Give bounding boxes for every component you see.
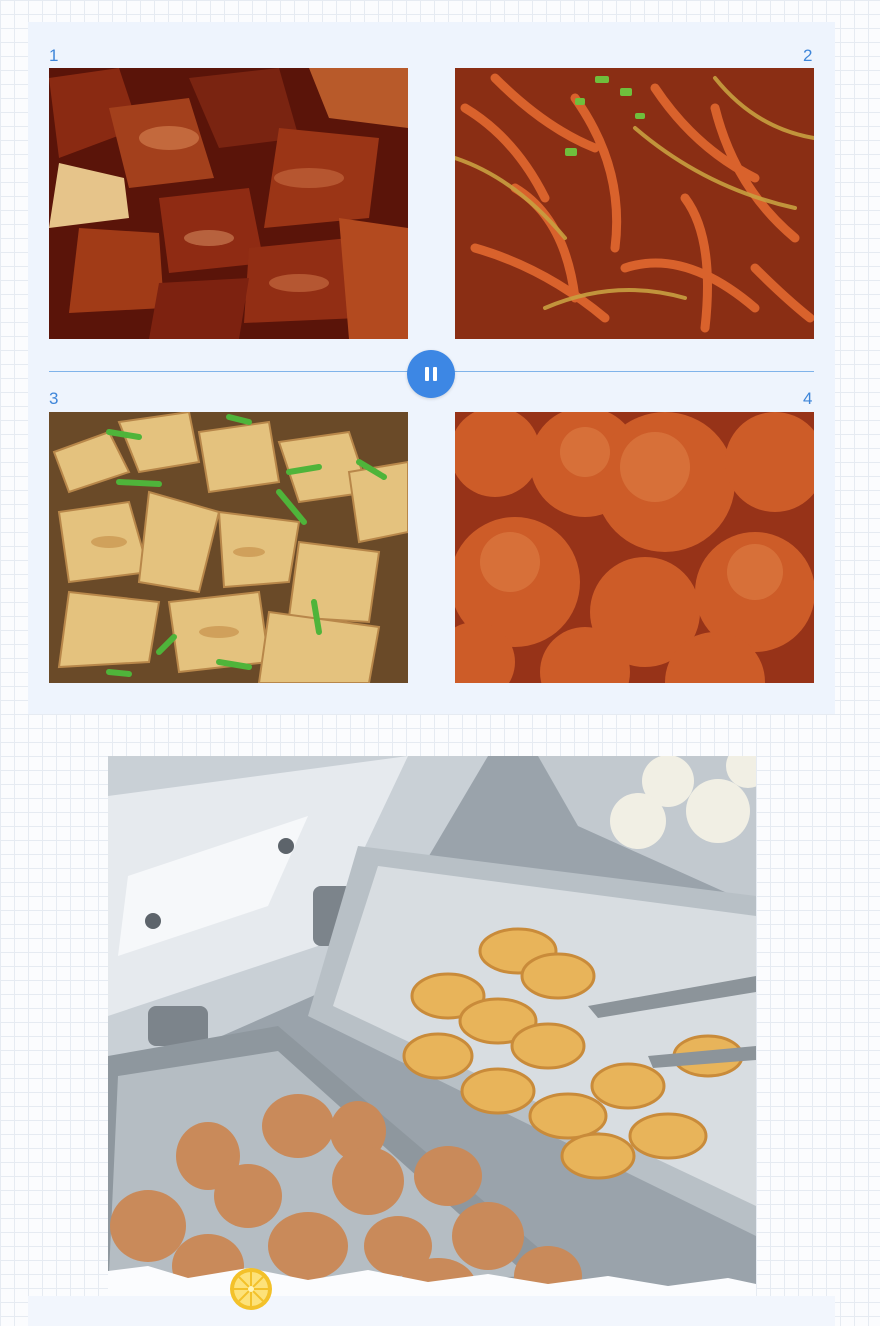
image-number-3: 3 — [49, 389, 59, 408]
photo-potato-wedges[interactable] — [49, 412, 408, 683]
photo-buffet-trays[interactable] — [108, 756, 756, 1296]
photo-shredded-pork[interactable] — [455, 68, 814, 339]
photo-fried-balls[interactable] — [455, 412, 814, 683]
photo-braised-pork[interactable] — [49, 68, 408, 339]
pause-button[interactable] — [407, 350, 455, 398]
pause-icon — [425, 367, 429, 381]
image-number-1: 1 — [49, 46, 59, 65]
image-number-4: 4 — [803, 389, 813, 408]
lemon-slice-icon — [230, 1268, 272, 1310]
image-number-2: 2 — [803, 46, 813, 65]
image-carousel-panel: 1 2 3 4 — [28, 22, 835, 714]
bottom-content-strip — [28, 1296, 835, 1326]
